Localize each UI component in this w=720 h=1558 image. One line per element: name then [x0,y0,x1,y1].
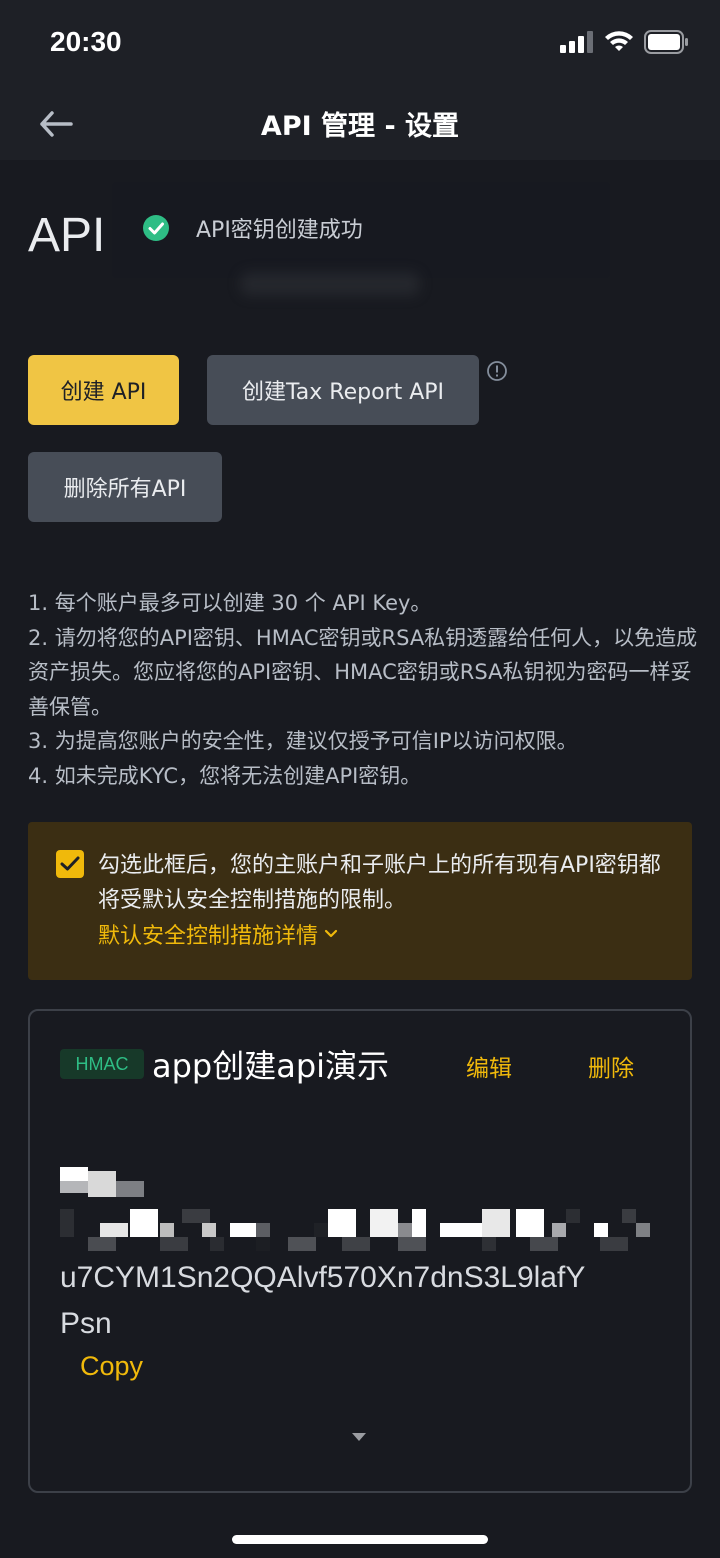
security-notice-text: 勾选此框后，您的主账户和子账户上的所有现有API密钥都将受默认安全控制措施的限制… [98,853,661,913]
key-type-badge: HMAC [60,1049,144,1079]
caret-down-icon[interactable] [350,1431,368,1443]
create-tax-report-api-button[interactable]: 创建Tax Report API [207,355,479,425]
api-key-value: u7CYM1Sn2QQAlvf570Xn7dnS3L9lafY Psn [60,1255,670,1347]
security-details-label: 默认安全控制措施详情 [98,924,319,949]
chevron-down-icon [324,929,338,938]
security-control-notice: 勾选此框后，您的主账户和子账户上的所有现有API密钥都将受默认安全控制措施的限制… [28,822,692,980]
nav-bar: API 管理 - 设置 [0,90,720,160]
redacted-key-mosaic [60,1167,660,1257]
toast-message: API密钥创建成功 [196,218,363,243]
note-item: 1. 每个账户最多可以创建 30 个 API Key。 [28,591,432,615]
status-bar: 20:30 [0,0,720,90]
api-notes: 1. 每个账户最多可以创建 30 个 API Key。 2. 请勿将您的API密… [28,586,698,793]
main-content: API API密钥创建成功 创建 API 创建Tax Report API 删除… [0,160,720,1500]
note-item: 3. 为提高您账户的安全性，建议仅授予可信IP以访问权限。 [28,729,578,753]
create-api-button[interactable]: 创建 API [28,355,179,425]
home-indicator[interactable] [232,1535,488,1544]
default-security-checkbox[interactable] [56,850,84,878]
signal-icon [560,31,593,53]
checkmark-icon [60,856,80,871]
note-item: 2. 请勿将您的API密钥、HMAC密钥或RSA私钥透露给任何人，以免造成资产损… [28,625,698,719]
security-details-link[interactable]: 默认安全控制措施详情 [98,918,338,950]
note-item: 4. 如未完成KYC，您将无法创建API密钥。 [28,763,422,788]
api-key-card: HMAC app创建api演示 编辑 删除 u7CYM1Sn2QQAlvf570… [28,1009,692,1493]
delete-button[interactable]: 删除 [588,1049,634,1083]
toast-shadow [240,272,420,296]
api-key-line: u7CYM1Sn2QQAlvf570Xn7dnS3L9lafY [60,1261,586,1294]
check-circle-icon [143,215,169,241]
page-title: API 管理 - 设置 [260,111,460,142]
copy-button[interactable]: Copy [80,1351,143,1382]
status-time: 20:30 [50,26,122,57]
edit-button[interactable]: 编辑 [466,1049,512,1083]
battery-icon [644,30,688,54]
delete-all-api-button[interactable]: 删除所有API [28,452,222,522]
api-key-line: Psn [60,1307,112,1340]
info-icon[interactable] [486,360,508,382]
status-icons [560,30,690,54]
api-key-name: app创建api演示 [152,1047,390,1085]
wifi-icon [605,31,633,51]
bottom-safe-area [0,1500,720,1558]
success-toast: API密钥创建成功 [112,182,610,278]
page-heading: API [28,209,106,262]
